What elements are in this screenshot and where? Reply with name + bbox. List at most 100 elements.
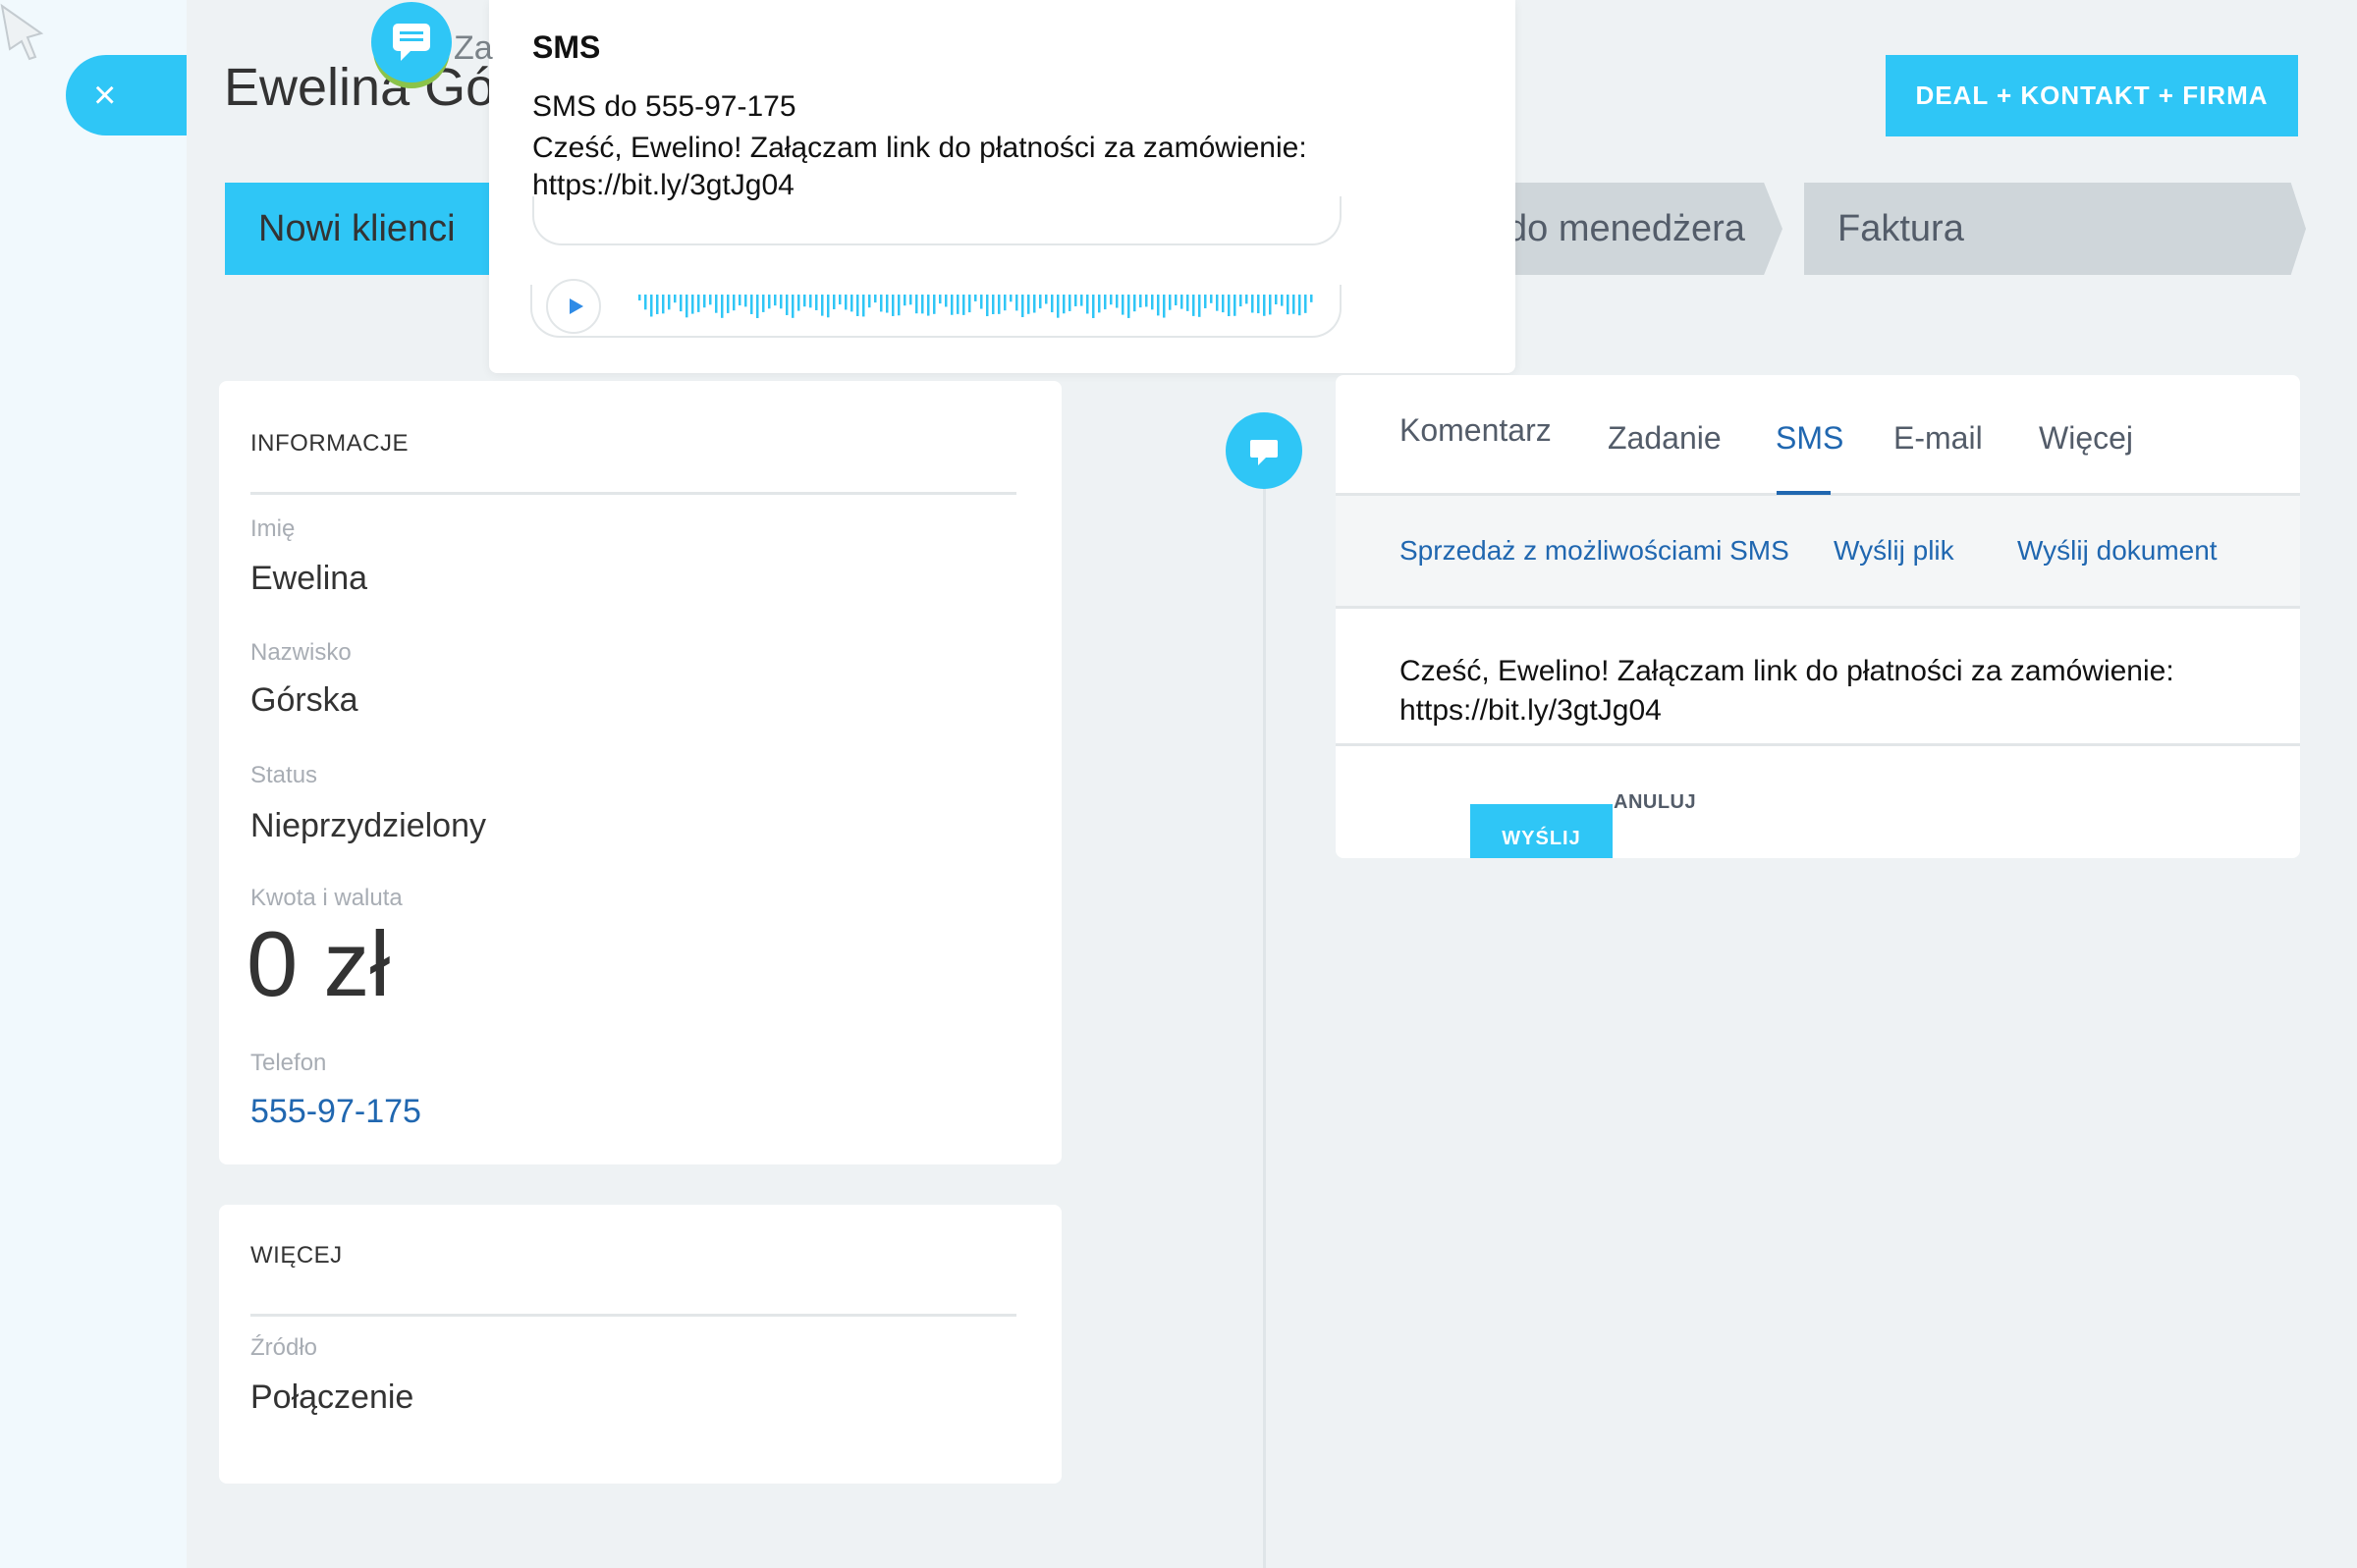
waveform-bar [656, 295, 659, 314]
field-label-amount: Kwota i waluta [250, 885, 403, 911]
waveform-bar [792, 295, 795, 318]
waveform-bar [1110, 295, 1113, 305]
stage-label: do menedżera [1507, 207, 1745, 249]
subtab-sms-sales[interactable]: Sprzedaż z możliwościami SMS [1399, 535, 1789, 567]
stage-to-manager[interactable]: do menedżera [1473, 183, 1782, 275]
tab-comment[interactable]: Komentarz [1399, 412, 1552, 449]
waveform-bar [962, 295, 965, 315]
waveform-bar [980, 295, 983, 309]
editor-tabs: Komentarz Zadanie SMS E-mail Więcej [1336, 375, 2300, 496]
waveform-bar [1092, 295, 1095, 318]
waveform-bar [1086, 295, 1089, 314]
waveform-bar [927, 295, 930, 316]
subtab-send-document[interactable]: Wyślij dokument [2017, 535, 2218, 567]
waveform-bar [1098, 295, 1101, 313]
waveform-bar [1039, 295, 1042, 309]
waveform-bar [951, 295, 954, 315]
waveform-icon [638, 295, 1313, 318]
tab-more[interactable]: Więcej [2039, 420, 2133, 457]
waveform-bar [1069, 295, 1071, 311]
field-value-amount[interactable]: 0 zł [247, 911, 390, 1017]
waveform-bar [957, 295, 959, 314]
sms-notification-popup: SMS SMS do 555-97-175 Cześć, Ewelino! Za… [489, 0, 1515, 373]
stage-new-clients[interactable]: Nowi klienci [225, 183, 490, 275]
waveform-bar [1033, 295, 1036, 313]
field-label-status: Status [250, 762, 318, 788]
tab-email[interactable]: E-mail [1893, 420, 1983, 457]
divider [1336, 743, 2300, 746]
waveform-bar [756, 295, 759, 318]
field-value-source[interactable]: Połączenie [250, 1379, 413, 1417]
waveform-bar [1233, 295, 1236, 316]
waveform-bar [845, 295, 848, 310]
info-card: INFORMACJE Imię Ewelina Nazwisko Górska … [219, 381, 1062, 1164]
waveform-bar [909, 295, 912, 305]
subtab-send-file[interactable]: Wyślij plik [1834, 535, 1954, 567]
waveform-bar [1251, 295, 1254, 313]
waveform-bar [650, 295, 653, 317]
waveform-bar [768, 295, 771, 309]
waveform-bar [1027, 295, 1030, 314]
waveform-bar [1257, 295, 1260, 314]
waveform-bar [1015, 295, 1018, 311]
popup-recipient: SMS do 555-97-175 [532, 90, 796, 123]
waveform-bar [1010, 295, 1013, 302]
waveform-bar [1310, 295, 1313, 302]
close-button[interactable]: × [66, 55, 187, 135]
message-icon [1250, 440, 1278, 465]
field-value-first-name[interactable]: Ewelina [250, 560, 367, 598]
waveform-bar [1275, 295, 1278, 305]
waveform-bar [697, 295, 700, 312]
tab-task[interactable]: Zadanie [1608, 420, 1722, 457]
waveform-bar [915, 295, 918, 314]
waveform-bar [1186, 295, 1189, 311]
field-value-phone[interactable]: 555-97-175 [250, 1093, 421, 1131]
waveform-bar [1021, 295, 1024, 318]
left-strip [0, 0, 187, 1568]
waveform-bar [709, 295, 712, 305]
send-button[interactable]: WYŚLIJ [1470, 804, 1613, 858]
waveform-bar [797, 295, 800, 311]
waveform-bar [1298, 295, 1301, 316]
waveform-bar [1216, 295, 1219, 311]
waveform-bar [750, 295, 753, 314]
field-label-phone: Telefon [250, 1050, 327, 1076]
waveform-bar [898, 295, 901, 316]
deal-contact-company-button[interactable]: DEAL + KONTAKT + FIRMA [1886, 55, 2298, 136]
waveform-bar [809, 295, 812, 308]
waveform-bar [644, 295, 647, 310]
waveform-bar [662, 295, 665, 314]
waveform-bar [939, 295, 942, 304]
waveform-bar [680, 295, 683, 312]
stage-label: Nowi klienci [258, 207, 456, 249]
chat-badge[interactable] [371, 2, 452, 82]
tab-sms[interactable]: SMS [1776, 420, 1843, 457]
waveform-bar [1210, 295, 1213, 303]
cancel-button[interactable]: ANULUJ [1614, 791, 1696, 814]
editor-subtabs: Sprzedaż z możliwościami SMS Wyślij plik… [1336, 496, 2300, 609]
waveform-bar [780, 295, 783, 309]
sms-message-input[interactable]: Cześć, Ewelino! Załączam link do płatnoś… [1399, 652, 2264, 730]
waveform-bar [1004, 295, 1007, 311]
waveform-bar [638, 295, 641, 300]
field-value-last-name[interactable]: Górska [250, 681, 358, 720]
waveform-bar [986, 295, 989, 317]
waveform-bar [945, 295, 948, 307]
field-label-first-name: Imię [250, 515, 296, 542]
waveform-bar [1281, 295, 1284, 306]
waveform-bar [968, 295, 971, 313]
waveform-bar [1204, 295, 1207, 308]
waveform-bar [933, 295, 936, 314]
waveform-bar [1045, 295, 1048, 304]
waveform-bar [1151, 295, 1154, 310]
waveform-bar [744, 295, 747, 307]
field-label-source: Źródło [250, 1334, 318, 1361]
waveform-bar [1292, 295, 1295, 314]
waveform-bar [685, 295, 688, 318]
waveform-bar [1104, 295, 1107, 310]
waveform-bar [1157, 295, 1160, 316]
waveform-bar [874, 295, 877, 303]
play-icon[interactable] [546, 279, 601, 334]
field-value-status[interactable]: Nieprzydzielony [250, 807, 486, 845]
stage-invoice[interactable]: Faktura [1804, 183, 2306, 275]
